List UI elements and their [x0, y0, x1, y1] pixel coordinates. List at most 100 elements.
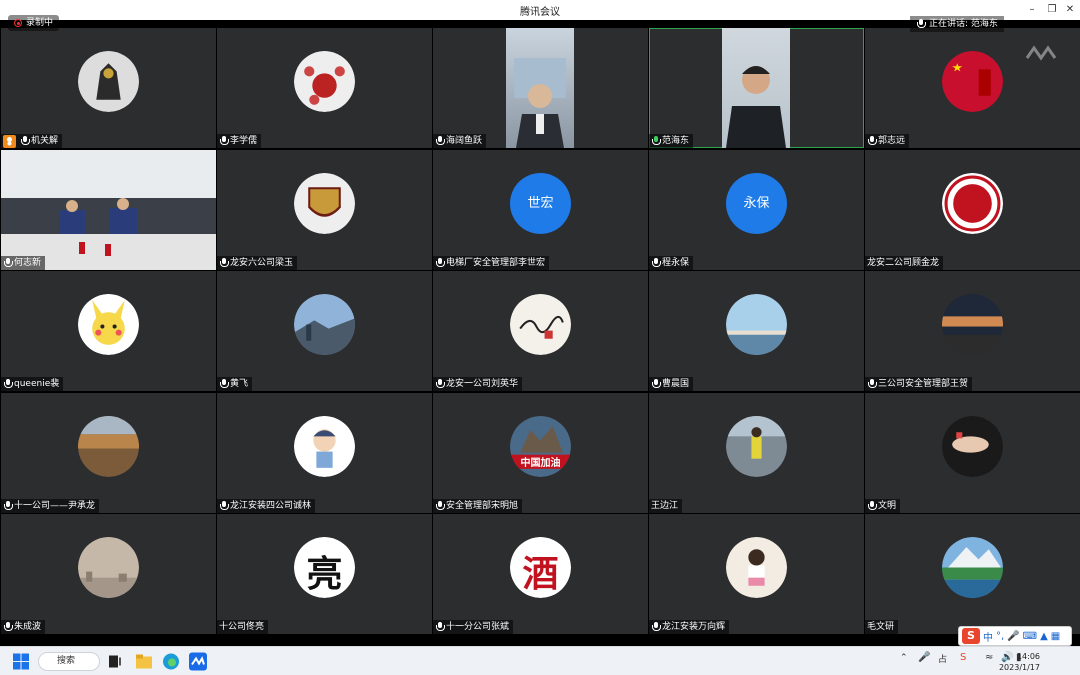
- participant-name: 龙安二公司顾金龙: [867, 258, 940, 268]
- initials-avatar: 永保: [726, 173, 787, 234]
- edge-icon[interactable]: [162, 652, 180, 671]
- participant-name: 三公司安全管理部王贺: [878, 379, 969, 389]
- input-method-tray-icon[interactable]: 占: [938, 652, 947, 665]
- participant-name: 龙江安装万向辉: [662, 622, 726, 632]
- participant-tile[interactable]: 十一公司——尹承龙: [1, 393, 216, 513]
- participant-avatar: [942, 294, 1003, 355]
- mic-icon: [867, 136, 877, 146]
- participant-name: 海阔鱼跃: [446, 136, 483, 146]
- clock-time: 14:06: [1016, 652, 1040, 661]
- recording-indicator[interactable]: 录制中: [8, 15, 60, 31]
- participant-name: 朱成波: [14, 622, 42, 632]
- participant-name: 李学儒: [230, 136, 258, 146]
- participant-avatar: [78, 51, 139, 112]
- participant-name: 十一公司——尹承龙: [14, 501, 96, 511]
- participant-name: 十公司佟亮: [219, 622, 265, 632]
- participant-tile[interactable]: 曹晨国: [649, 271, 864, 391]
- minimize-icon[interactable]: –: [1022, 2, 1042, 18]
- participant-avatar: 中国加油: [510, 416, 571, 477]
- mic-icon: [867, 379, 877, 389]
- participant-tile[interactable]: 王边江: [649, 393, 864, 513]
- participant-tile[interactable]: queenie裴: [1, 271, 216, 391]
- voice-icon[interactable]: 🎤: [1007, 631, 1019, 642]
- participant-name-bar: 龙安六公司梁玉: [217, 256, 298, 270]
- mic-icon: [3, 622, 13, 632]
- participant-tile[interactable]: 酒十一分公司张斌: [433, 514, 648, 634]
- mic-tray-icon[interactable]: 🎤: [918, 652, 930, 663]
- participant-avatar: [294, 294, 355, 355]
- toolbox-icon[interactable]: ▦: [1051, 631, 1060, 642]
- participant-name: 龙安六公司梁玉: [230, 258, 294, 268]
- participant-avatar: [942, 537, 1003, 598]
- close-icon[interactable]: ✕: [1060, 2, 1080, 18]
- participant-tile[interactable]: 龙江安装四公司诚林: [217, 393, 432, 513]
- participant-tile[interactable]: 龙安六公司梁玉: [217, 150, 432, 270]
- windows-start-icon[interactable]: [12, 652, 30, 671]
- participant-name: 何志新: [14, 258, 42, 268]
- participant-tile[interactable]: 海阔鱼跃: [433, 28, 648, 148]
- mic-icon: [651, 258, 661, 268]
- clock-date: 2023/1/17: [998, 663, 1040, 672]
- participant-tile[interactable]: 文明: [865, 393, 1080, 513]
- file-explorer-icon[interactable]: [135, 652, 153, 671]
- restore-icon[interactable]: ❐: [1042, 2, 1062, 18]
- participant-name: 黄飞: [230, 379, 249, 389]
- participant-avatar: [942, 51, 1003, 112]
- mic-icon: [435, 501, 445, 511]
- participant-name-bar: 程永保: [649, 256, 694, 270]
- participant-tile[interactable]: 龙江安装万向辉: [649, 514, 864, 634]
- ime-mode[interactable]: 中: [983, 629, 993, 644]
- participant-tile[interactable]: 龙安二公司顾金龙: [865, 150, 1080, 270]
- mic-icon: [219, 379, 229, 389]
- participant-name-bar: 三公司安全管理部王贺: [865, 377, 973, 391]
- task-view-icon[interactable]: [108, 652, 122, 671]
- participant-tile[interactable]: 黄飞: [217, 271, 432, 391]
- participant-tile[interactable]: 何志新: [1, 150, 216, 270]
- skin-icon[interactable]: ▲: [1040, 631, 1048, 642]
- participant-name-bar: 郭志远: [865, 134, 910, 148]
- video-grid: 机关解 李学儒 海阔鱼跃 范海东 郭志远 何志新 龙安六公司梁玉 世宏 电梯厂安全管理部李世宏永…: [0, 28, 1080, 635]
- mic-icon: [916, 19, 926, 29]
- participant-name: 电梯厂安全管理部李世宏: [446, 258, 546, 268]
- wifi-icon[interactable]: ≈: [985, 652, 993, 663]
- participant-tile[interactable]: 范海东: [649, 28, 864, 148]
- participant-name-bar: 曹晨国: [649, 377, 694, 391]
- participant-tile[interactable]: 永保程永保: [649, 150, 864, 270]
- host-icon: [3, 134, 16, 148]
- participant-tile[interactable]: 龙安一公司刘英华: [433, 271, 648, 391]
- participant-avatar: [942, 173, 1003, 234]
- participant-name-bar: 龙江安装万向辉: [649, 620, 730, 634]
- taskbar-search[interactable]: 搜索: [38, 652, 100, 671]
- mic-icon: [651, 622, 661, 632]
- participant-name-bar: 龙江安装四公司诚林: [217, 499, 316, 513]
- participant-tile[interactable]: 亮十公司佟亮: [217, 514, 432, 634]
- participant-avatar: [726, 294, 787, 355]
- keyboard-icon[interactable]: ⌨: [1023, 631, 1037, 642]
- participant-tile[interactable]: 毛文研: [865, 514, 1080, 634]
- participant-tile[interactable]: 世宏 电梯厂安全管理部李世宏: [433, 150, 648, 270]
- participant-avatar: [726, 416, 787, 477]
- participant-tile[interactable]: 朱成波: [1, 514, 216, 634]
- participant-name-bar: 黄飞: [217, 377, 253, 391]
- participant-tile[interactable]: 李学儒: [217, 28, 432, 148]
- participant-avatar: [510, 294, 571, 355]
- mic-icon: [435, 379, 445, 389]
- sogou-tray-icon[interactable]: S: [960, 652, 966, 663]
- participant-tile[interactable]: 机关解: [1, 28, 216, 148]
- participant-tile[interactable]: 中国加油 安全管理部宋明旭: [433, 393, 648, 513]
- participant-name: 文明: [878, 501, 897, 511]
- tencent-meeting-icon[interactable]: [189, 652, 207, 671]
- punctuation-icon[interactable]: °,: [996, 631, 1004, 642]
- meeting-logo-icon: [1025, 45, 1057, 61]
- clock[interactable]: 14:06 2023/1/17: [999, 651, 1040, 673]
- participant-name-bar: 电梯厂安全管理部李世宏: [433, 256, 550, 270]
- participant-name: 程永保: [662, 258, 690, 268]
- participant-name: 龙江安装四公司诚林: [230, 501, 312, 511]
- chevron-up-icon[interactable]: ⌃: [900, 653, 908, 663]
- avatar-text: 亮: [306, 553, 343, 595]
- ime-toolbar[interactable]: S 中 °, 🎤 ⌨ ▲ ▦: [958, 626, 1072, 646]
- mic-icon: [651, 136, 661, 146]
- recording-label: 录制中: [26, 18, 54, 28]
- avatar-text: 中国加油: [520, 458, 561, 469]
- participant-tile[interactable]: 三公司安全管理部王贺: [865, 271, 1080, 391]
